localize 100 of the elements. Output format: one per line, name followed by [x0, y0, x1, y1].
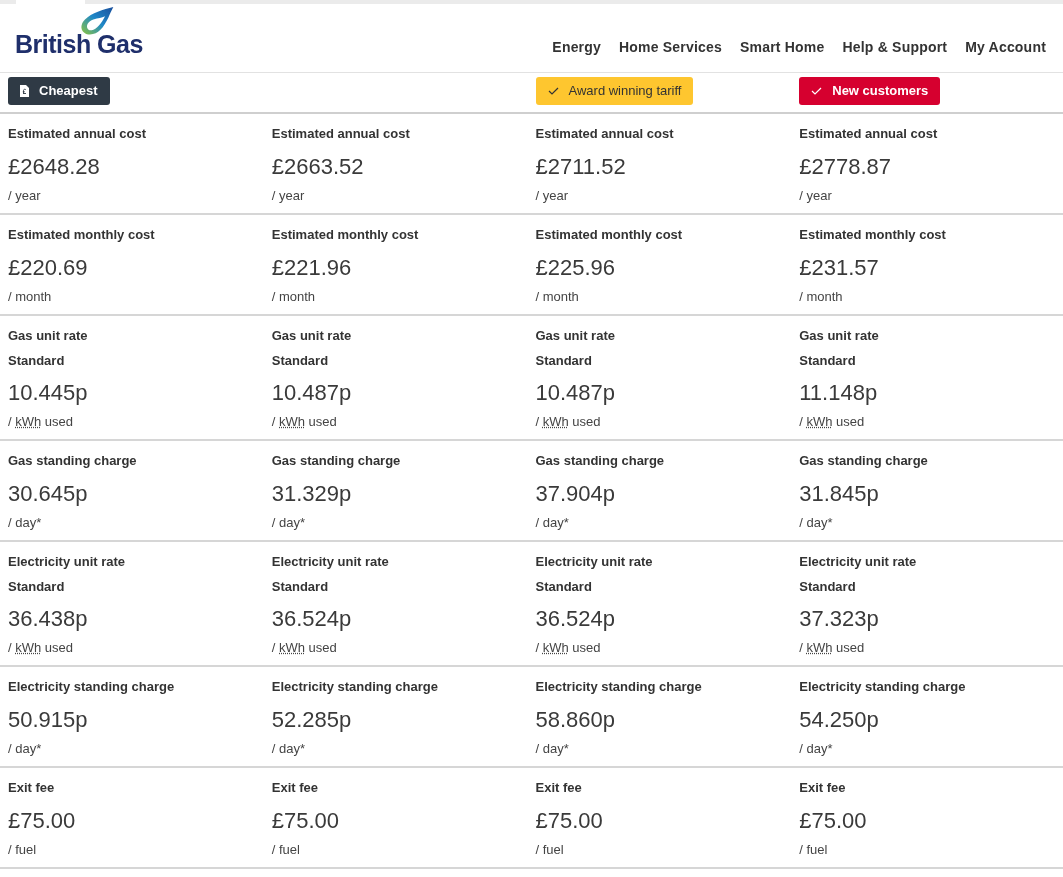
- row-label: Gas standing charge: [271, 452, 402, 470]
- unit-text: / kWh used: [271, 413, 338, 431]
- row-label: Exit fee: [799, 779, 847, 797]
- rate-type: Standard: [799, 352, 857, 370]
- row-label: Gas standing charge: [799, 452, 929, 470]
- rate-type: Standard: [271, 578, 330, 596]
- tariff-badge: New customers: [799, 77, 941, 105]
- unit-text: / kWh used: [271, 639, 338, 657]
- price-value: 11.148p: [799, 379, 879, 407]
- row-label: Exit fee: [535, 779, 583, 797]
- unit-text: / day*: [799, 740, 834, 758]
- price-value: 31.845p: [799, 480, 880, 508]
- row-label: Gas standing charge: [535, 452, 666, 470]
- price-value: £75.00: [535, 807, 604, 835]
- row-label: Electricity unit rate: [799, 553, 918, 571]
- unit-text: / month: [271, 288, 317, 306]
- row-label: Estimated monthly cost: [271, 226, 420, 244]
- logo-text[interactable]: British Gas: [15, 30, 143, 58]
- row-label: Electricity standing charge: [799, 678, 967, 696]
- price-value: £2648.28: [8, 153, 101, 181]
- row-label: Exit fee: [271, 779, 319, 797]
- row-label: Electricity standing charge: [535, 678, 703, 696]
- row-label: Gas unit rate: [799, 327, 880, 345]
- rate-type: Standard: [271, 352, 330, 370]
- price-value: £225.96: [535, 254, 617, 282]
- unit-text: / year: [535, 187, 569, 205]
- unit-text: / fuel: [8, 841, 38, 859]
- tariff-badge: Cheapest: [8, 77, 110, 105]
- unit-text: / day*: [535, 740, 570, 758]
- nav-link[interactable]: Smart Home: [740, 37, 825, 58]
- tariff-badge: Award winning tariff: [535, 77, 694, 105]
- row-label: Estimated annual cost: [799, 125, 939, 143]
- price-value: 36.524p: [535, 605, 617, 633]
- nav-link[interactable]: Energy: [552, 37, 601, 58]
- unit-text: / day*: [799, 514, 834, 532]
- unit-text: / year: [8, 187, 42, 205]
- row-label: Electricity unit rate: [535, 553, 654, 571]
- row-label: Exit fee: [8, 779, 56, 797]
- rate-type: Standard: [535, 352, 593, 370]
- price-value: 37.904p: [535, 480, 617, 508]
- price-value: £2778.87: [799, 153, 892, 181]
- rate-type: Standard: [535, 578, 593, 596]
- price-value: 37.323p: [799, 605, 880, 633]
- unit-text: / day*: [271, 514, 306, 532]
- rate-type: Standard: [8, 578, 66, 596]
- nav-link[interactable]: Home Services: [619, 37, 722, 58]
- unit-text: / year: [799, 187, 833, 205]
- price-value: 58.860p: [535, 706, 617, 734]
- price-value: 50.915p: [8, 706, 89, 734]
- row-label: Gas unit rate: [8, 327, 89, 345]
- price-value: £2663.52: [271, 153, 365, 181]
- row-label: Gas unit rate: [535, 327, 616, 345]
- row-label: Estimated monthly cost: [8, 226, 156, 244]
- rate-type: Standard: [8, 352, 66, 370]
- unit-text: / kWh used: [535, 639, 602, 657]
- price-value: £220.69: [8, 254, 89, 282]
- unit-text: / kWh used: [799, 413, 866, 431]
- unit-text: / kWh used: [799, 639, 866, 657]
- price-value: 10.487p: [535, 379, 617, 407]
- unit-text: / month: [799, 288, 844, 306]
- price-value: £2711.52: [535, 153, 627, 181]
- price-value: 54.250p: [799, 706, 880, 734]
- unit-text: / year: [271, 187, 306, 205]
- price-value: 36.524p: [271, 605, 353, 633]
- price-tag-icon: [20, 85, 29, 97]
- price-value: 31.329p: [271, 480, 353, 508]
- row-label: Electricity standing charge: [271, 678, 439, 696]
- row-label: Estimated annual cost: [8, 125, 147, 143]
- row-label: Electricity unit rate: [271, 553, 390, 571]
- row-label: Electricity unit rate: [8, 553, 127, 571]
- unit-text: / kWh used: [535, 413, 602, 431]
- price-value: 52.285p: [271, 706, 353, 734]
- row-label: Estimated annual cost: [271, 125, 411, 143]
- unit-text: / fuel: [535, 841, 565, 859]
- unit-text: / month: [535, 288, 580, 306]
- unit-text: / fuel: [799, 841, 829, 859]
- check-icon: [547, 87, 559, 95]
- unit-text: / kWh used: [8, 413, 75, 431]
- price-value: 10.487p: [271, 379, 353, 407]
- row-label: Estimated monthly cost: [799, 226, 947, 244]
- row-label: Gas unit rate: [271, 327, 353, 345]
- unit-text: / day*: [535, 514, 570, 532]
- price-value: £75.00: [8, 807, 77, 835]
- nav-link[interactable]: My Account: [965, 37, 1046, 58]
- price-value: 30.645p: [8, 480, 89, 508]
- unit-text: / kWh used: [8, 639, 75, 657]
- row-label: Gas standing charge: [8, 452, 138, 470]
- row-label: Estimated annual cost: [535, 125, 675, 143]
- unit-text: / day*: [271, 740, 306, 758]
- price-value: £231.57: [799, 254, 880, 282]
- unit-text: / day*: [8, 740, 43, 758]
- unit-text: / fuel: [271, 841, 301, 859]
- price-value: £75.00: [799, 807, 868, 835]
- rate-type: Standard: [799, 578, 857, 596]
- nav-link[interactable]: Help & Support: [842, 37, 948, 58]
- row-label: Electricity standing charge: [8, 678, 176, 696]
- price-value: £75.00: [271, 807, 341, 835]
- price-value: 10.445p: [8, 379, 89, 407]
- check-icon: [811, 87, 823, 95]
- unit-text: / day*: [8, 514, 43, 532]
